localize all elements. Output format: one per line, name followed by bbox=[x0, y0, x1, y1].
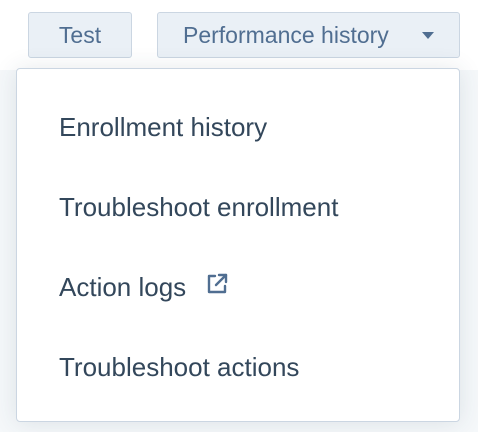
menu-item-label: Action logs bbox=[59, 272, 187, 302]
performance-history-label: Performance history bbox=[183, 22, 389, 48]
menu-item-troubleshoot-actions[interactable]: Troubleshoot actions bbox=[17, 327, 459, 407]
menu-item-label: Troubleshoot actions bbox=[59, 352, 300, 382]
test-button[interactable]: Test bbox=[28, 12, 132, 58]
menu-item-label: Enrollment history bbox=[59, 112, 268, 142]
menu-item-label: Troubleshoot enrollment bbox=[59, 192, 339, 222]
external-link-icon bbox=[207, 273, 228, 294]
performance-history-menu: Enrollment history Troubleshoot enrollme… bbox=[16, 68, 460, 422]
menu-item-action-logs[interactable]: Action logs bbox=[17, 247, 459, 327]
caret-down-icon bbox=[422, 32, 434, 39]
menu-item-enrollment-history[interactable]: Enrollment history bbox=[17, 87, 459, 167]
performance-history-dropdown-button[interactable]: Performance history bbox=[157, 12, 460, 58]
menu-item-troubleshoot-enrollment[interactable]: Troubleshoot enrollment bbox=[17, 167, 459, 247]
